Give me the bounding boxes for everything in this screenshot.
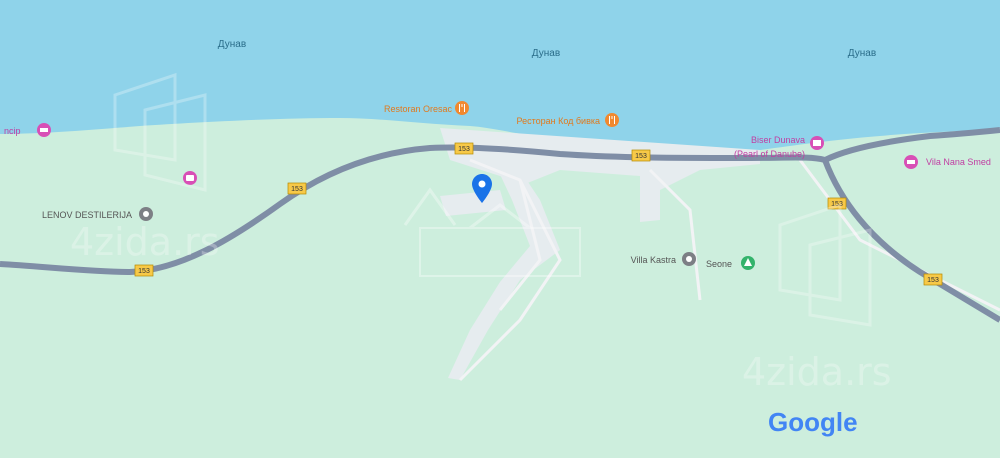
svg-text:153: 153 bbox=[138, 268, 150, 275]
svg-text:Villa Kastra: Villa Kastra bbox=[631, 255, 676, 265]
svg-text:153: 153 bbox=[291, 186, 303, 193]
svg-text:(Pearl of Danube): (Pearl of Danube) bbox=[734, 149, 805, 159]
svg-text:153: 153 bbox=[927, 277, 939, 284]
svg-text:Restoran Oresac: Restoran Oresac bbox=[384, 104, 453, 114]
svg-text:153: 153 bbox=[458, 146, 470, 153]
poi-seone[interactable]: Seone bbox=[706, 256, 755, 270]
svg-text:ncip: ncip bbox=[4, 126, 21, 136]
water-label: Дунав bbox=[218, 39, 246, 50]
svg-text:4zida.rs: 4zida.rs bbox=[742, 350, 892, 394]
svg-text:4zida.rs: 4zida.rs bbox=[70, 220, 220, 264]
svg-text:Seone: Seone bbox=[706, 259, 732, 269]
fork-knife-icon bbox=[605, 113, 619, 127]
svg-text:Ресторан Код бивка: Ресторан Код бивка bbox=[516, 116, 600, 126]
poi-villa-kastra[interactable]: Villa Kastra bbox=[631, 252, 696, 266]
route-shield: 153 bbox=[454, 142, 474, 155]
route-shield: 153 bbox=[923, 273, 943, 286]
svg-text:LENOV DESTILERIJA: LENOV DESTILERIJA bbox=[42, 210, 132, 220]
route-shield: 153 bbox=[631, 149, 651, 162]
water-label: Дунав bbox=[532, 48, 560, 59]
route-shield: 153 bbox=[134, 264, 154, 277]
svg-text:Biser Dunava: Biser Dunava bbox=[751, 135, 805, 145]
google-logo: Google bbox=[768, 407, 858, 437]
map-canvas[interactable]: 153 153 153 153 153 153 Дунав Дунав Дуна… bbox=[0, 0, 1000, 458]
svg-text:Vila Nana Smed: Vila Nana Smed bbox=[926, 157, 991, 167]
water-label: Дунав bbox=[848, 48, 876, 59]
fork-knife-icon bbox=[455, 101, 469, 115]
route-shield: 153 bbox=[287, 182, 307, 195]
svg-text:Google: Google bbox=[768, 407, 858, 437]
poi-camera[interactable] bbox=[183, 171, 197, 185]
svg-text:153: 153 bbox=[635, 153, 647, 160]
